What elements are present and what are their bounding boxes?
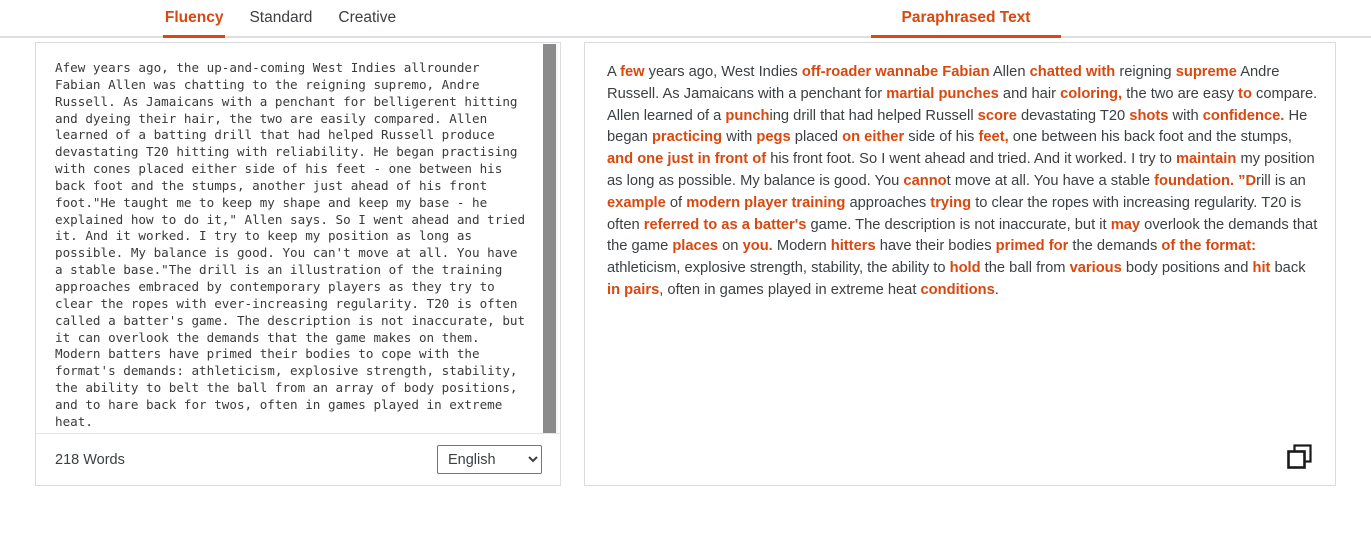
highlighted-word: feet,	[978, 129, 1009, 146]
plain-text: back	[1270, 260, 1306, 277]
highlighted-word: confidence.	[1202, 107, 1285, 124]
source-panel: Afew years ago, the up-and-coming West I…	[35, 42, 561, 486]
plain-text: Modern	[772, 238, 831, 255]
highlighted-word: practicing	[651, 129, 723, 146]
highlighted-word: of the format:	[1161, 238, 1257, 255]
plain-text: with	[722, 129, 757, 146]
plain-text: athleticism, explosive strength, stabili…	[607, 260, 950, 277]
highlighted-word: modern player training	[686, 194, 846, 211]
plain-text: approaches	[845, 194, 931, 211]
highlighted-word: pegs	[756, 129, 791, 146]
plain-text: A	[607, 64, 621, 80]
plain-text: devastating T20	[1016, 107, 1130, 124]
highlighted-word: primed for	[995, 238, 1069, 255]
tab-bar: Fluency Standard Creative Paraphrased Te…	[0, 0, 1371, 38]
tab-paraphrased-text-label: Paraphrased Text	[901, 9, 1031, 26]
source-scrollbar-thumb[interactable]	[543, 44, 556, 433]
source-footer: 218 Words English	[36, 433, 560, 485]
highlighted-word: hitters	[830, 238, 876, 255]
plain-text: rill is an	[1256, 172, 1306, 189]
highlighted-word: coloring,	[1060, 85, 1123, 102]
paraphraser-app: Fluency Standard Creative Paraphrased Te…	[0, 0, 1371, 557]
plain-text: on	[718, 238, 743, 255]
plain-text: one between his back foot and the stumps…	[1008, 129, 1293, 146]
highlighted-word: hit	[1252, 260, 1271, 277]
plain-text: and hair	[998, 85, 1061, 102]
plain-text: the ball from	[980, 260, 1070, 277]
highlighted-word: and one just in front of	[607, 151, 767, 168]
tab-creative[interactable]: Creative	[336, 0, 398, 36]
plain-text: years ago, West Indies	[644, 64, 802, 80]
mode-tabs: Fluency Standard Creative	[162, 0, 398, 38]
plain-text: .	[994, 281, 999, 298]
highlighted-word: places	[672, 238, 719, 255]
plain-text: the demands	[1068, 238, 1162, 255]
highlighted-word: example	[607, 194, 666, 211]
tab-creative-label: Creative	[338, 9, 397, 26]
plain-text: , often in games played in extreme heat	[659, 281, 921, 298]
plain-text: Allen	[989, 64, 1030, 80]
highlighted-word: to	[1238, 85, 1252, 102]
plain-text: have their bodies	[875, 238, 996, 255]
output-tab-bar: Paraphrased Text	[561, 0, 1371, 38]
tab-paraphrased-text[interactable]: Paraphrased Text	[870, 0, 1062, 38]
highlighted-word: punch	[725, 107, 770, 124]
highlighted-word: score	[977, 107, 1017, 124]
source-scrollbar-track[interactable]	[543, 44, 558, 433]
highlighted-word: various	[1069, 260, 1122, 277]
panels-container: Afew years ago, the up-and-coming West I…	[0, 42, 1371, 492]
plain-text: of	[665, 194, 687, 211]
word-count-label: 218 Words	[55, 451, 125, 468]
plain-text: his front foot. So I went ahead and trie…	[766, 151, 1176, 168]
highlighted-word: martial punches	[886, 85, 999, 102]
source-text[interactable]: Afew years ago, the up-and-coming West I…	[55, 60, 527, 431]
source-text-area[interactable]: Afew years ago, the up-and-coming West I…	[36, 43, 560, 433]
plain-text: side of his	[904, 129, 979, 146]
plain-text: with	[1168, 107, 1203, 124]
plain-text: ing drill that had helped Russell	[769, 107, 978, 124]
tab-standard-label: Standard	[249, 9, 313, 26]
highlighted-word: maintain	[1175, 151, 1237, 168]
highlighted-word: trying	[930, 194, 972, 211]
highlighted-word: shots	[1129, 107, 1169, 124]
highlighted-word: foundation. ”D	[1154, 172, 1257, 189]
highlighted-word: hold	[949, 260, 981, 277]
plain-text: the two are easy	[1122, 85, 1239, 102]
language-select[interactable]: English	[437, 445, 542, 474]
highlighted-word: chatted with	[1029, 64, 1116, 80]
plain-text: game. The description is not inaccurate,…	[806, 216, 1111, 233]
highlighted-word: few	[620, 64, 645, 80]
paraphrased-text[interactable]: A few years ago, West Indies off-roader …	[607, 62, 1320, 302]
highlighted-word: you.	[742, 238, 773, 255]
highlighted-word: referred to as a batter's	[643, 216, 807, 233]
highlighted-word: off-roader wannabe Fabian	[801, 64, 990, 80]
copy-icon[interactable]	[1285, 442, 1315, 472]
highlighted-word: supreme	[1175, 64, 1237, 80]
tab-fluency-label: Fluency	[164, 9, 224, 26]
mode-tab-bar: Fluency Standard Creative	[0, 0, 561, 38]
plain-text: reigning	[1115, 64, 1176, 80]
highlighted-word: on either	[842, 129, 905, 146]
paraphrased-text-area[interactable]: A few years ago, West Indies off-roader …	[585, 43, 1335, 485]
tab-fluency[interactable]: Fluency	[162, 0, 226, 38]
highlighted-word: conditions	[920, 281, 995, 298]
highlighted-word: in pairs	[607, 281, 660, 298]
plain-text: placed	[790, 129, 843, 146]
plain-text: body positions and	[1121, 260, 1253, 277]
tab-standard[interactable]: Standard	[247, 0, 314, 36]
plain-text: t move at all. You have a stable	[946, 172, 1155, 189]
highlighted-word: canno	[903, 172, 947, 189]
highlighted-word: may	[1110, 216, 1141, 233]
paraphrased-panel: A few years ago, West Indies off-roader …	[584, 42, 1336, 486]
